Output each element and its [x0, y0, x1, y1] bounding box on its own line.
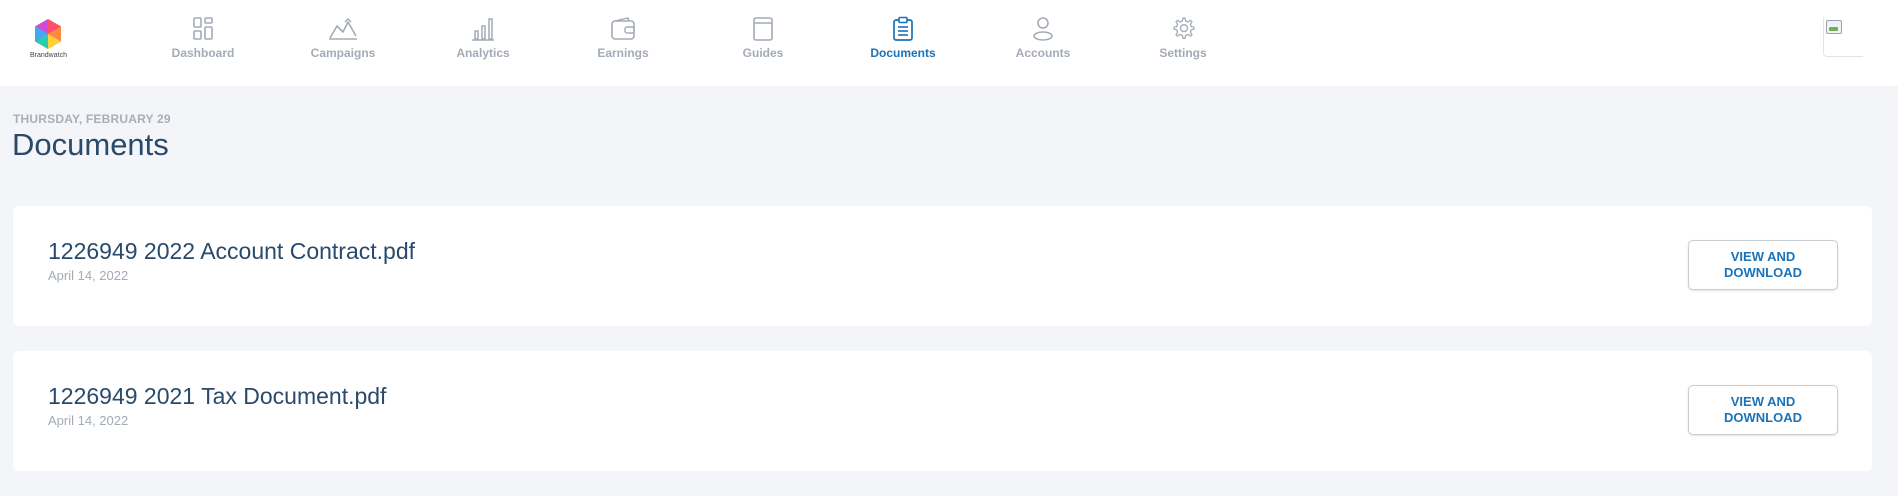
document-card: 1226949 2022 Account Contract.pdf April …: [13, 206, 1872, 326]
page-title: Documents: [12, 127, 169, 162]
main-nav: Dashboard Campaigns Analytics Earnings G…: [0, 0, 1898, 86]
nav-label-documents: Documents: [870, 46, 936, 60]
avatar[interactable]: [1823, 17, 1863, 57]
clipboard-icon: [893, 16, 913, 41]
nav-label-earnings: Earnings: [597, 46, 649, 60]
nav-item-documents[interactable]: Documents: [848, 16, 958, 60]
wallet-icon: [611, 17, 635, 40]
document-date: April 14, 2022: [48, 413, 129, 428]
user-icon: [1033, 17, 1053, 41]
document-date: April 14, 2022: [48, 268, 129, 283]
nav-label-guides: Guides: [742, 46, 784, 60]
nav-item-dashboard[interactable]: Dashboard: [148, 16, 258, 60]
view-and-download-button[interactable]: VIEW AND DOWNLOAD: [1688, 385, 1838, 435]
current-date: THURSDAY, FEBRUARY 29: [13, 112, 171, 126]
nav-label-dashboard: Dashboard: [171, 46, 235, 60]
top-navigation-bar: Brandwatch Dashboard Campaigns Analytics…: [0, 0, 1898, 86]
nav-label-accounts: Accounts: [1015, 46, 1071, 60]
nav-label-analytics: Analytics: [456, 46, 510, 60]
broken-image-icon: [1826, 20, 1842, 34]
gear-icon: [1173, 17, 1195, 40]
nav-label-campaigns: Campaigns: [310, 46, 376, 60]
document-name: 1226949 2022 Account Contract.pdf: [48, 238, 416, 264]
document-name: 1226949 2021 Tax Document.pdf: [48, 383, 387, 409]
nav-item-campaigns[interactable]: Campaigns: [288, 16, 398, 60]
book-icon: [753, 17, 773, 41]
dashboard-icon: [193, 17, 213, 40]
campaigns-icon: [329, 18, 357, 40]
analytics-icon: [472, 18, 494, 41]
nav-item-guides[interactable]: Guides: [708, 16, 818, 60]
nav-item-settings[interactable]: Settings: [1128, 16, 1238, 60]
nav-item-analytics[interactable]: Analytics: [428, 16, 538, 60]
nav-item-earnings[interactable]: Earnings: [568, 16, 678, 60]
nav-label-settings: Settings: [1159, 46, 1207, 60]
view-and-download-button[interactable]: VIEW AND DOWNLOAD: [1688, 240, 1838, 290]
document-card: 1226949 2021 Tax Document.pdf April 14, …: [13, 351, 1872, 471]
nav-item-accounts[interactable]: Accounts: [988, 16, 1098, 60]
